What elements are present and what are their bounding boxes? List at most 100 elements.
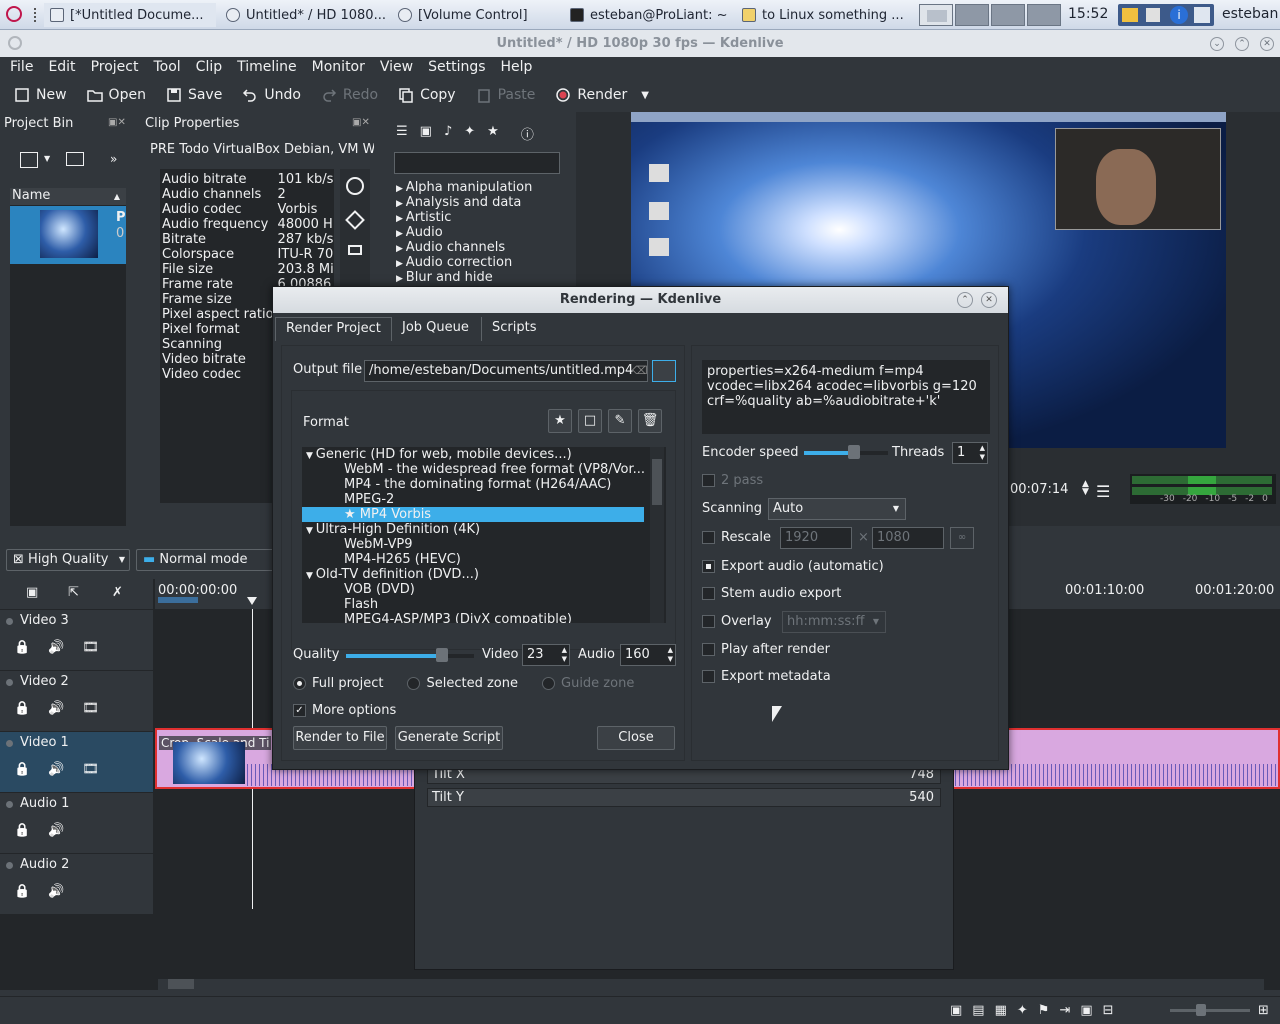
close-dialog-button[interactable]: Close — [597, 726, 675, 750]
expand-icon[interactable]: ▶ — [396, 214, 406, 224]
expand-icon[interactable]: ▶ — [396, 259, 406, 269]
two-pass-checkbox[interactable]: 2 pass — [702, 473, 763, 488]
track-header[interactable]: Video 1 🔒 🔊 🎞 — [0, 731, 153, 792]
edit-mode-select[interactable]: ▬ Normal mode — [136, 549, 276, 571]
track-status-icon[interactable] — [6, 679, 13, 686]
zoom-slider[interactable] — [1170, 1004, 1250, 1016]
chevron-down-icon[interactable]: ▼ — [44, 154, 50, 163]
effects-search-input[interactable] — [394, 152, 560, 174]
format-preset-item[interactable]: MPEG-2 — [302, 492, 666, 507]
format-preset-item[interactable]: WebM - the widespread free format (VP8/V… — [302, 462, 666, 477]
menu-timeline[interactable]: Timeline — [227, 57, 302, 79]
track-status-icon[interactable] — [6, 740, 13, 747]
network-icon[interactable] — [1194, 7, 1210, 23]
menu-file[interactable]: File — [0, 57, 38, 79]
mute-icon[interactable]: 🔊 — [48, 640, 64, 655]
spin-arrows-icon[interactable]: ▲ ▼ — [980, 444, 985, 462]
menu-settings[interactable]: Settings — [418, 57, 490, 79]
guide-zone-radio[interactable]: Guide zone — [542, 676, 634, 691]
effect-category[interactable]: ▶ Analysis and data — [396, 195, 532, 210]
track-header[interactable]: Audio 2 🔒 🔊 — [0, 853, 153, 914]
lock-icon[interactable]: 🔒 — [14, 701, 30, 716]
track-header[interactable]: Audio 1 🔒 🔊 — [0, 792, 153, 853]
tag-icon[interactable] — [345, 210, 365, 230]
more-icon[interactable]: » — [110, 152, 117, 166]
collapse-icon[interactable]: ▼ — [306, 526, 316, 536]
format-preset-item[interactable]: VOB (DVD) — [302, 582, 666, 597]
paste-button[interactable]: Paste — [468, 81, 544, 109]
format-preset-item[interactable]: WebM-VP9 — [302, 537, 666, 552]
column-header[interactable]: Name ▲ — [10, 188, 126, 206]
task-item[interactable]: to Linux something ... — [736, 3, 912, 27]
playhead-handle[interactable] — [247, 597, 257, 605]
fit-icon[interactable]: ▣ — [26, 585, 38, 600]
workspace-1[interactable] — [919, 4, 953, 26]
track-header[interactable]: Video 3 🔒 🔊 🎞 — [0, 609, 153, 670]
workspace-3[interactable] — [991, 4, 1025, 26]
task-item[interactable]: esteban@ProLiant: ~ — [564, 3, 734, 27]
audio-bitrate-spinbox[interactable]: 160 ▲ ▼ — [620, 644, 676, 666]
menu-project[interactable]: Project — [81, 57, 144, 79]
effect-category[interactable]: ▶ Audio channels — [396, 240, 532, 255]
snap-icon[interactable]: ⇥ — [1059, 1003, 1070, 1018]
snap-icon[interactable]: ⇱ — [68, 585, 79, 600]
new-preset-button[interactable]: □ — [578, 409, 602, 433]
zone-marker[interactable] — [158, 597, 198, 603]
spin-arrows-icon[interactable]: ▲ ▼ — [668, 646, 673, 664]
hide-icon[interactable]: 🎞 — [82, 762, 99, 777]
dropdown-arrow-icon[interactable]: ▼ — [641, 90, 649, 101]
lock-icon[interactable]: 🔒 — [14, 823, 30, 838]
tab-job-queue[interactable]: Job Queue — [391, 317, 479, 341]
zoom-fit-icon[interactable]: ▣ — [1080, 1003, 1092, 1018]
menu-edit[interactable]: Edit — [38, 57, 80, 79]
close-button[interactable]: ✕ — [1260, 37, 1274, 51]
link-ratio-icon[interactable]: ∞ — [950, 527, 974, 549]
menu-help[interactable]: Help — [491, 57, 538, 79]
format-preset-item[interactable]: MPEG4-ASP/MP3 (DivX compatible) — [302, 612, 666, 623]
format-preset-item[interactable]: MP4 - the dominating format (H264/AAC) — [302, 477, 666, 492]
workspace-4[interactable] — [1027, 4, 1061, 26]
zoom-out-icon[interactable]: ⊟ — [1103, 1003, 1114, 1018]
param-tilt-y[interactable]: Tilt Y 540 — [427, 788, 941, 807]
undo-button[interactable]: Undo — [234, 81, 309, 109]
format-tree[interactable]: ▼ Generic (HD for web, mobile devices...… — [302, 447, 666, 623]
split-icon[interactable]: ✗ — [112, 585, 123, 600]
track-status-icon[interactable] — [6, 862, 13, 869]
tab-render-project[interactable]: Render Project — [275, 317, 392, 341]
encoder-speed-slider[interactable] — [804, 445, 888, 459]
format-group-item[interactable]: ▼ Ultra-High Definition (4K) — [302, 522, 666, 537]
menu-monitor[interactable]: Monitor — [302, 57, 370, 79]
mute-icon[interactable]: 🔊 — [48, 762, 64, 777]
effect-category[interactable]: ▶ Blur and hide — [396, 270, 532, 285]
audio-thumb-icon[interactable]: ▤ — [972, 1003, 984, 1018]
timeline-horizontal-scrollbar[interactable] — [158, 979, 1264, 991]
expand-icon[interactable]: ▶ — [396, 199, 406, 209]
collapse-icon[interactable]: ▼ — [306, 451, 316, 461]
favorite-preset-button[interactable]: ★ — [548, 409, 572, 433]
export-metadata-checkbox[interactable]: Export metadata — [702, 669, 831, 684]
folder-icon[interactable] — [66, 152, 84, 166]
threads-spinbox[interactable]: 1 ▲ ▼ — [952, 442, 988, 464]
mute-icon[interactable]: 🔊 — [48, 701, 64, 716]
quality-slider[interactable] — [346, 648, 474, 662]
effect-category[interactable]: ▶ Audio — [396, 225, 532, 240]
monitor-timecode[interactable]: 00:07:14 — [1010, 482, 1068, 497]
format-preset-item[interactable]: Flash — [302, 597, 666, 612]
maximize-button[interactable]: ⌃ — [1235, 37, 1249, 51]
menu-tool[interactable]: Tool — [143, 57, 185, 79]
search-icon[interactable] — [346, 177, 364, 195]
add-clip-icon[interactable] — [20, 152, 38, 168]
spin-arrows-icon[interactable]: ▲ ▼ — [1082, 480, 1089, 497]
collapse-icon[interactable]: ▼ — [306, 571, 316, 581]
play-after-render-checkbox[interactable]: Play after render — [702, 642, 830, 657]
scanning-select[interactable]: Auto ▼ — [768, 498, 906, 520]
lock-icon[interactable]: 🔒 — [14, 640, 30, 655]
render-to-file-button[interactable]: Render to File — [293, 726, 387, 750]
spin-arrows-icon[interactable]: ▲ ▼ — [562, 646, 567, 664]
clipboard-icon[interactable] — [1146, 8, 1160, 22]
float-icon[interactable]: ▣✕ — [352, 117, 370, 128]
overlay-select[interactable]: hh:mm:ss:ff ▼ — [782, 611, 886, 633]
format-preset-item[interactable]: ★ MP4 Vorbis — [302, 507, 644, 522]
accessibility-icon[interactable]: i — [1170, 6, 1188, 24]
copy-button[interactable]: Copy — [390, 81, 464, 109]
